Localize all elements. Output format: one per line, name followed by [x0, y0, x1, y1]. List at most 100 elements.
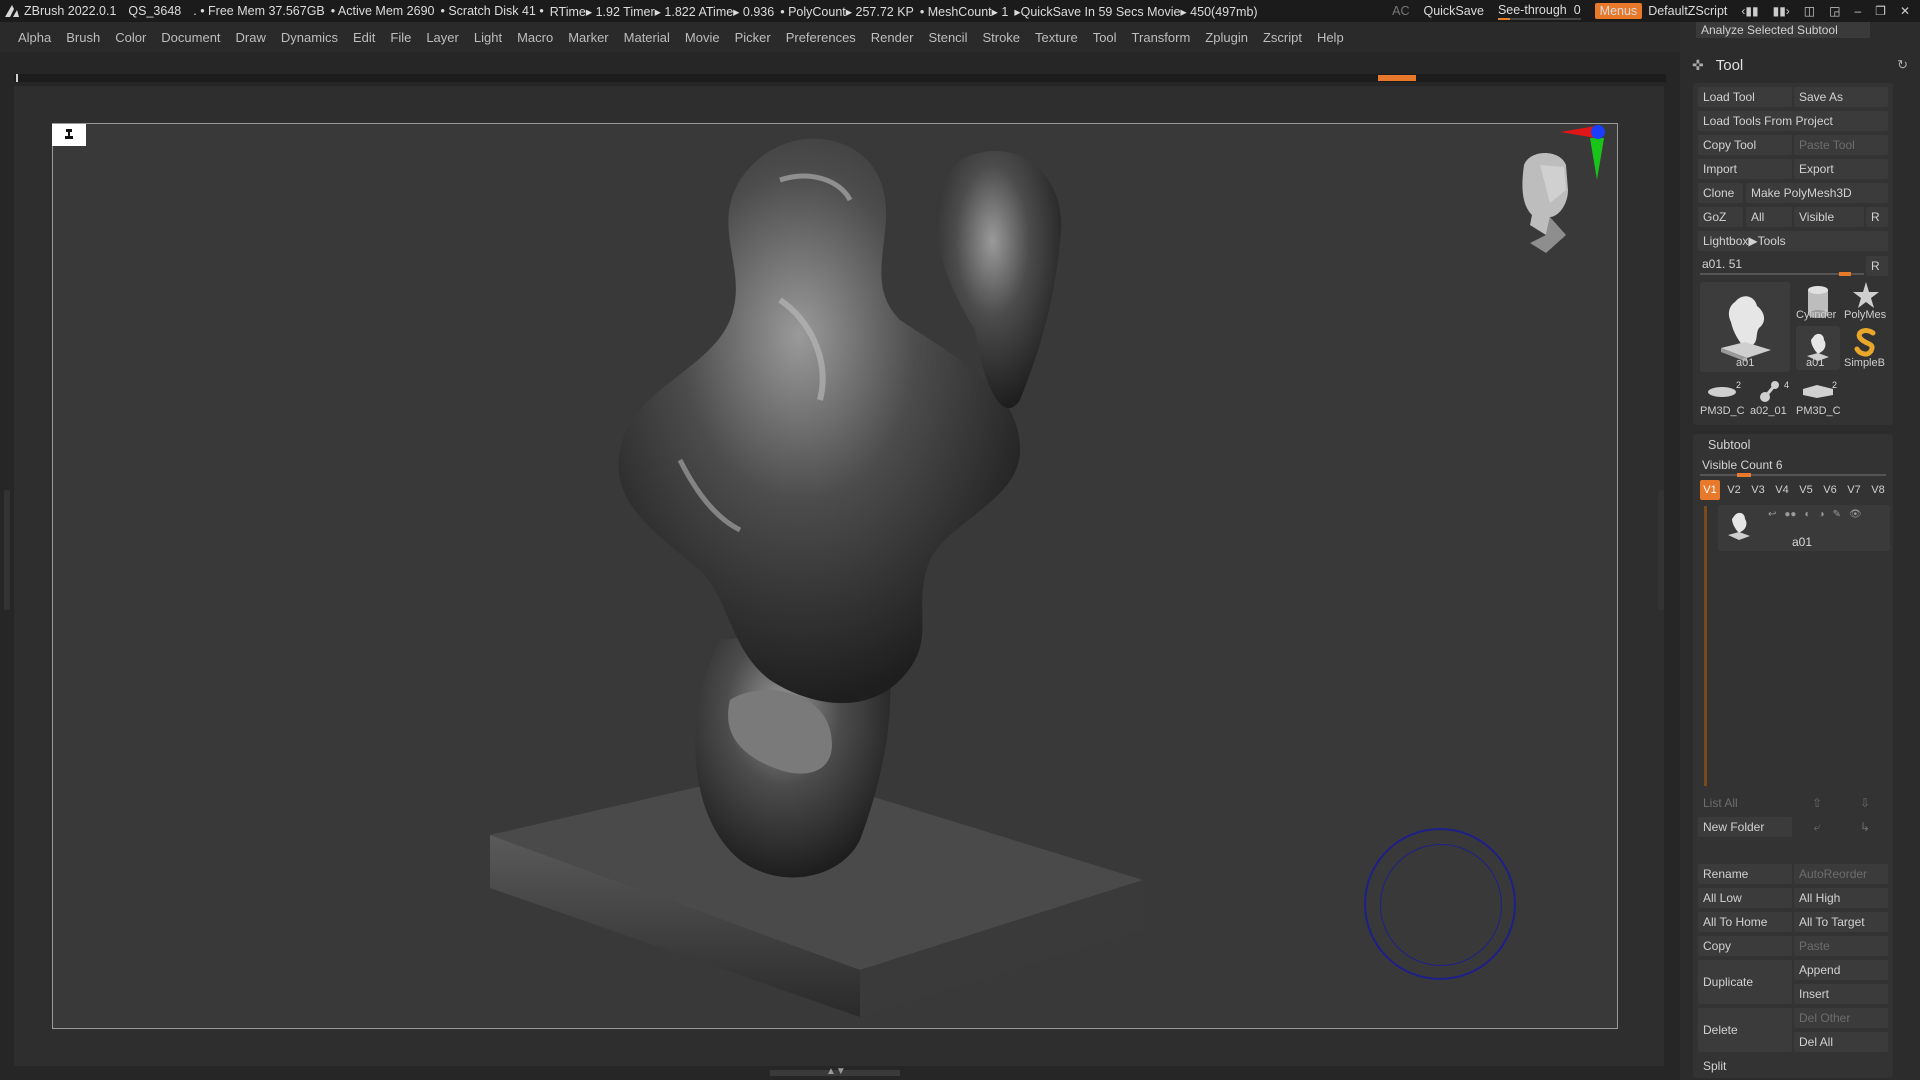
layout-icon[interactable]: ‹▮▮: [1741, 4, 1758, 18]
menu-macro[interactable]: Macro: [517, 30, 553, 45]
menu-light[interactable]: Light: [474, 30, 502, 45]
minimize-icon[interactable]: –: [1854, 4, 1861, 18]
autoreorder-button[interactable]: AutoReorder: [1794, 864, 1888, 884]
goz-visible-button[interactable]: Visible: [1794, 207, 1864, 227]
analyze-selected-subtool-button[interactable]: Analyze Selected Subtool: [1696, 22, 1870, 38]
brush-icon[interactable]: ✎: [1833, 509, 1841, 520]
restore-icon[interactable]: ❐: [1875, 4, 1886, 18]
folder-move-icon[interactable]: ⤶: [1794, 817, 1840, 837]
menus-toggle-button[interactable]: Menus: [1594, 3, 1643, 19]
paste-button[interactable]: Paste: [1794, 936, 1888, 956]
menu-brush[interactable]: Brush: [66, 30, 100, 45]
save-as-button[interactable]: Save As: [1794, 87, 1888, 107]
quicksave-button[interactable]: QuickSave: [1423, 4, 1483, 18]
menu-stroke[interactable]: Stroke: [982, 30, 1020, 45]
copy-button[interactable]: Copy: [1698, 936, 1792, 956]
menu-layer[interactable]: Layer: [426, 30, 459, 45]
palette-icon[interactable]: ◫: [1804, 4, 1815, 18]
move-up-icon[interactable]: ⇧: [1794, 793, 1840, 813]
menu-transform[interactable]: Transform: [1132, 30, 1191, 45]
axis-gizmo-icon[interactable]: [1560, 122, 1620, 182]
simpleb-tool-thumbnail[interactable]: [1844, 326, 1888, 358]
menu-file[interactable]: File: [390, 30, 411, 45]
menu-stencil[interactable]: Stencil: [928, 30, 967, 45]
del-all-button[interactable]: Del All: [1794, 1032, 1888, 1052]
delete-button[interactable]: Delete: [1698, 1008, 1792, 1052]
timeline-strip[interactable]: [14, 74, 1666, 82]
subtool-header[interactable]: Subtool: [1708, 438, 1750, 452]
polymesh-tool-thumbnail[interactable]: [1844, 280, 1888, 310]
clone-button[interactable]: Clone: [1698, 183, 1743, 203]
tab-v7[interactable]: V7: [1844, 480, 1864, 500]
all-to-target-button[interactable]: All To Target: [1794, 912, 1888, 932]
menu-render[interactable]: Render: [871, 30, 914, 45]
menu-alpha[interactable]: Alpha: [18, 30, 51, 45]
default-zscript-button[interactable]: DefaultZScript: [1648, 4, 1727, 18]
duplicate-button[interactable]: Duplicate: [1698, 960, 1792, 1004]
visible-count-thumb[interactable]: [1737, 473, 1752, 477]
copy-tool-button[interactable]: Copy Tool: [1698, 135, 1792, 155]
bottom-tray-handle[interactable]: ▲▼: [770, 1066, 900, 1077]
folder-return-icon[interactable]: ↳: [1842, 817, 1888, 837]
timeline-marker[interactable]: [1378, 75, 1416, 81]
menu-texture[interactable]: Texture: [1035, 30, 1078, 45]
see-through-slider[interactable]: See-through 0: [1497, 3, 1581, 20]
menu-color[interactable]: Color: [115, 30, 146, 45]
make-polymesh3d-button[interactable]: Make PolyMesh3D: [1746, 183, 1888, 203]
menu-marker[interactable]: Marker: [568, 30, 608, 45]
folder-opacity-icon[interactable]: ◑: [1819, 509, 1825, 520]
tool-slider-thumb[interactable]: [1838, 272, 1851, 276]
tab-v5[interactable]: V5: [1796, 480, 1816, 500]
insert-button[interactable]: Insert: [1794, 984, 1888, 1004]
close-icon[interactable]: ✕: [1900, 4, 1910, 18]
paste-tool-button[interactable]: Paste Tool: [1794, 135, 1888, 155]
rename-button[interactable]: Rename: [1698, 864, 1792, 884]
subtool-list-scrollbar[interactable]: [1704, 506, 1707, 786]
goz-r-button[interactable]: R: [1866, 207, 1888, 227]
menu-material[interactable]: Material: [624, 30, 670, 45]
menu-dynamics[interactable]: Dynamics: [281, 30, 338, 45]
left-tray-handle[interactable]: [4, 490, 10, 610]
lightbox-tools-button[interactable]: Lightbox▶Tools: [1698, 231, 1888, 251]
import-button[interactable]: Import: [1698, 159, 1792, 179]
tab-v6[interactable]: V6: [1820, 480, 1840, 500]
split-section-header[interactable]: Split: [1698, 1056, 1888, 1076]
del-other-button[interactable]: Del Other: [1794, 1008, 1888, 1028]
layout-alt-icon[interactable]: ▮▮›: [1773, 4, 1790, 18]
load-tools-from-project-button[interactable]: Load Tools From Project: [1698, 111, 1888, 131]
polypaint-icon[interactable]: ●●: [1784, 509, 1796, 520]
load-tool-button[interactable]: Load Tool: [1698, 87, 1792, 107]
material-icon[interactable]: ◐: [1804, 509, 1810, 520]
menu-help[interactable]: Help: [1317, 30, 1344, 45]
goz-button[interactable]: GoZ: [1698, 207, 1743, 227]
menu-zscript[interactable]: Zscript: [1263, 30, 1302, 45]
tab-v1[interactable]: V1: [1700, 480, 1720, 500]
move-down-icon[interactable]: ⇩: [1842, 793, 1888, 813]
menu-document[interactable]: Document: [161, 30, 220, 45]
new-folder-button[interactable]: New Folder: [1698, 817, 1792, 837]
all-to-home-button[interactable]: All To Home: [1698, 912, 1792, 932]
palette-reset-icon[interactable]: ↻: [1897, 57, 1908, 73]
visibility-eye-icon[interactable]: 👁: [1849, 509, 1862, 520]
tab-v2[interactable]: V2: [1724, 480, 1744, 500]
all-high-button[interactable]: All High: [1794, 888, 1888, 908]
menu-picker[interactable]: Picker: [735, 30, 771, 45]
visible-count-track[interactable]: [1700, 474, 1886, 476]
tile-icon[interactable]: ◲: [1829, 4, 1840, 18]
tab-v3[interactable]: V3: [1748, 480, 1768, 500]
tab-v4[interactable]: V4: [1772, 480, 1792, 500]
subtool-list-item[interactable]: ↩ ●● ◐ ◑ ✎ 👁 a01: [1718, 505, 1890, 551]
goz-all-button[interactable]: All: [1746, 207, 1792, 227]
tool-slider-r-button[interactable]: R: [1866, 256, 1888, 276]
menu-movie[interactable]: Movie: [685, 30, 720, 45]
dynamic-subdiv-icon[interactable]: ↩: [1768, 509, 1776, 520]
tool-palette-header[interactable]: ✜ Tool ↻: [1680, 52, 1920, 78]
list-all-button[interactable]: List All: [1698, 793, 1792, 813]
menu-tool[interactable]: Tool: [1093, 30, 1117, 45]
append-button[interactable]: Append: [1794, 960, 1888, 980]
menu-edit[interactable]: Edit: [353, 30, 375, 45]
sculpted-mesh[interactable]: [480, 120, 1180, 1040]
menu-zplugin[interactable]: Zplugin: [1205, 30, 1248, 45]
menu-preferences[interactable]: Preferences: [786, 30, 856, 45]
all-low-button[interactable]: All Low: [1698, 888, 1792, 908]
